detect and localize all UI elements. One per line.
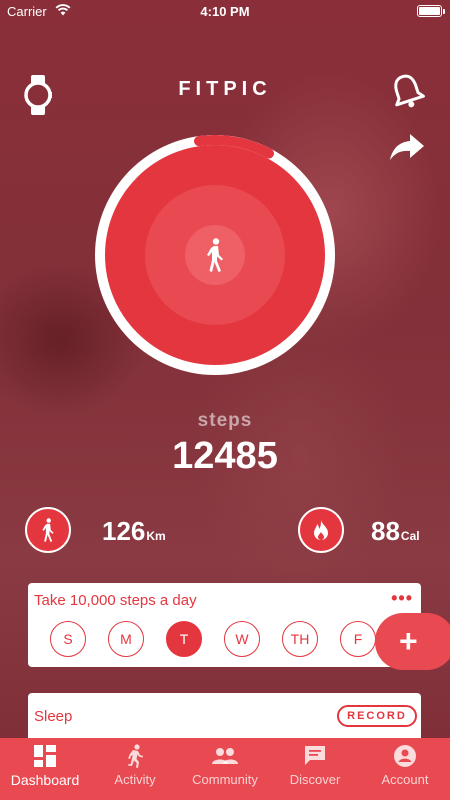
walking-icon bbox=[185, 225, 245, 285]
dashboard-icon bbox=[34, 744, 56, 768]
day-f-button[interactable]: F bbox=[340, 621, 376, 657]
goal-card[interactable]: Take 10,000 steps a day ••• S M T W TH F bbox=[28, 583, 421, 667]
account-icon bbox=[394, 744, 416, 768]
distance-number: 126 bbox=[102, 516, 146, 546]
tab-label: Community bbox=[192, 772, 258, 787]
calories-value: 88Cal bbox=[371, 516, 420, 547]
app-title: FITPIC bbox=[178, 78, 272, 100]
tab-discover[interactable]: Discover bbox=[280, 738, 350, 800]
calories-number: 88 bbox=[371, 516, 400, 546]
day-s-button[interactable]: S bbox=[50, 621, 86, 657]
day-w-button[interactable]: W bbox=[224, 621, 260, 657]
tab-bar: Dashboard Activity Community Discover Ac… bbox=[0, 738, 450, 800]
tab-dashboard[interactable]: Dashboard bbox=[4, 738, 86, 800]
goal-title: Take 10,000 steps a day bbox=[34, 592, 197, 609]
tab-community[interactable]: Community bbox=[184, 738, 266, 800]
tab-label: Dashboard bbox=[10, 772, 80, 788]
group-icon bbox=[212, 744, 238, 768]
calories-unit: Cal bbox=[400, 529, 420, 543]
battery-icon bbox=[417, 5, 445, 17]
tab-account[interactable]: Account bbox=[370, 738, 440, 800]
day-t-button[interactable]: T bbox=[166, 621, 202, 657]
record-button[interactable]: RECORD bbox=[337, 705, 417, 727]
sleep-card[interactable]: Sleep RECORD bbox=[28, 693, 421, 743]
sleep-title: Sleep bbox=[34, 708, 73, 725]
more-options-icon[interactable]: ••• bbox=[391, 588, 413, 609]
tab-label: Activity bbox=[114, 772, 156, 787]
chat-icon bbox=[303, 744, 327, 768]
background-image bbox=[0, 0, 450, 800]
tab-activity[interactable]: Activity bbox=[100, 738, 170, 800]
day-m-button[interactable]: M bbox=[108, 621, 144, 657]
share-icon[interactable] bbox=[388, 132, 426, 167]
distance-walking-icon bbox=[25, 507, 71, 553]
running-icon bbox=[125, 744, 145, 768]
distance-value: 126Km bbox=[102, 516, 166, 547]
tab-label: Discover bbox=[289, 772, 341, 787]
bell-icon[interactable] bbox=[388, 72, 426, 115]
steps-count: 12485 bbox=[172, 435, 278, 477]
distance-unit: Km bbox=[146, 529, 166, 543]
flame-icon bbox=[298, 507, 344, 553]
steps-label: steps bbox=[197, 410, 253, 431]
add-button[interactable]: + bbox=[375, 613, 450, 670]
step-progress-ring bbox=[95, 135, 335, 375]
status-time: 4:10 PM bbox=[200, 4, 250, 19]
tab-label: Account bbox=[381, 772, 429, 787]
status-bar: Carrier 4:10 PM bbox=[0, 0, 450, 22]
day-th-button[interactable]: TH bbox=[282, 621, 318, 657]
